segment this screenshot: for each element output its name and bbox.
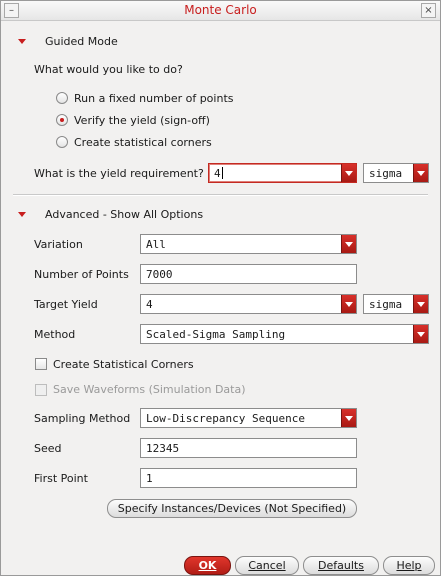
- points-input[interactable]: 7000: [140, 264, 357, 284]
- points-label: Number of Points: [34, 268, 129, 281]
- seed-label: Seed: [34, 442, 62, 455]
- yield-unit-select[interactable]: sigma: [363, 163, 429, 183]
- title-bar: – Monte Carlo ×: [1, 1, 440, 21]
- radio-verify-yield[interactable]: [56, 114, 68, 126]
- radio-run-fixed-points[interactable]: [56, 92, 68, 104]
- specify-instances-button[interactable]: Specify Instances/Devices (Not Specified…: [107, 499, 357, 518]
- monte-carlo-dialog: – Monte Carlo × Guided Mode What would y…: [0, 0, 441, 576]
- create-corners-label[interactable]: Create Statistical Corners: [53, 358, 194, 371]
- chevron-down-icon[interactable]: [413, 295, 428, 313]
- target-yield-unit-select[interactable]: sigma: [363, 294, 429, 314]
- variation-label: Variation: [34, 238, 83, 251]
- dialog-button-bar: OK Cancel Defaults Help: [1, 551, 440, 575]
- save-waveforms-checkbox: [35, 384, 47, 396]
- guided-mode-label[interactable]: Guided Mode: [45, 35, 118, 48]
- chevron-down-icon[interactable]: [413, 325, 428, 343]
- first-point-label: First Point: [34, 472, 88, 485]
- chevron-down-icon[interactable]: [341, 295, 356, 313]
- chevron-down-icon[interactable]: [413, 164, 428, 182]
- chevron-down-icon[interactable]: [341, 164, 356, 182]
- advanced-section-label[interactable]: Advanced - Show All Options: [45, 208, 203, 221]
- defaults-button[interactable]: Defaults: [303, 556, 379, 575]
- target-yield-combo[interactable]: 4: [140, 294, 357, 314]
- radio-create-corners-label[interactable]: Create statistical corners: [74, 136, 212, 149]
- method-label: Method: [34, 328, 76, 341]
- cancel-button[interactable]: Cancel: [235, 556, 299, 575]
- save-waveforms-label: Save Waveforms (Simulation Data): [53, 383, 246, 396]
- close-icon[interactable]: ×: [421, 3, 436, 18]
- chevron-down-icon[interactable]: [341, 235, 356, 253]
- radio-create-corners[interactable]: [56, 136, 68, 148]
- method-select[interactable]: Scaled-Sigma Sampling: [140, 324, 429, 344]
- guided-mode-collapse-icon[interactable]: [18, 39, 26, 44]
- target-yield-label: Target Yield: [34, 298, 98, 311]
- seed-input[interactable]: 12345: [140, 438, 357, 458]
- variation-select[interactable]: All: [140, 234, 357, 254]
- help-button[interactable]: Help: [383, 556, 435, 575]
- sampling-method-select[interactable]: Low-Discrepancy Sequence: [140, 408, 357, 428]
- yield-requirement-label: What is the yield requirement?: [34, 167, 204, 180]
- section-divider: [13, 194, 428, 196]
- yield-requirement-combo[interactable]: 4: [208, 163, 357, 183]
- chevron-down-icon[interactable]: [341, 409, 356, 427]
- ok-button[interactable]: OK: [184, 556, 231, 575]
- advanced-collapse-icon[interactable]: [18, 212, 26, 217]
- window-title: Monte Carlo: [184, 3, 257, 17]
- guided-question-label: What would you like to do?: [34, 63, 183, 76]
- yield-requirement-value[interactable]: 4: [214, 167, 223, 180]
- radio-verify-yield-label[interactable]: Verify the yield (sign-off): [74, 114, 210, 127]
- sampling-method-label: Sampling Method: [34, 412, 131, 425]
- first-point-input[interactable]: 1: [140, 468, 357, 488]
- radio-run-fixed-points-label[interactable]: Run a fixed number of points: [74, 92, 233, 105]
- create-corners-checkbox[interactable]: [35, 358, 47, 370]
